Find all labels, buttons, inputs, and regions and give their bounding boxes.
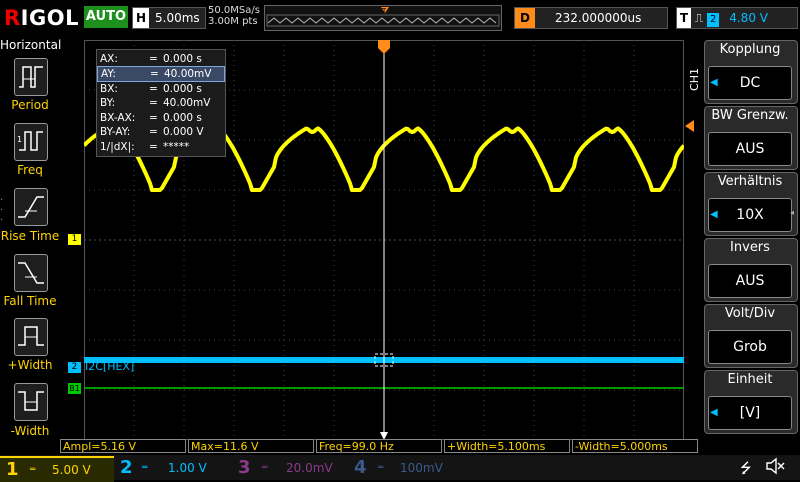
rise-time-label: Rise Time (0, 229, 60, 243)
fall-time-label: Fall Time (3, 294, 57, 308)
pos-width-label: +Width (7, 358, 53, 372)
rising-edge-icon: ⎍ (694, 11, 704, 25)
freq-button[interactable]: 1 (14, 123, 48, 161)
bandwidth-value[interactable]: AUS (708, 132, 792, 166)
cursor-row: 1/|dX|: = ***** (100, 141, 190, 153)
cursor-readout-panel: AX: = 0.000 s AY: = 40.00mV BX: = 0.000 s BY: =… (96, 49, 226, 157)
cursor-row: AX: = 0.000 s (100, 53, 202, 65)
svg-text:T: T (381, 7, 387, 15)
negative-width-icon (18, 391, 44, 411)
cursor-row: BX: = 0.000 s (100, 83, 202, 95)
chevron-left-icon: ◀ (710, 77, 718, 88)
memory-overview-waveform: T (266, 7, 500, 27)
ch1-scale: 5.00 V (52, 463, 91, 477)
memory-overview-bar: T (264, 5, 502, 31)
trigger-position-marker (378, 40, 390, 54)
measurement-max[interactable]: Max=11.6 V (188, 439, 314, 453)
volt-div-value[interactable]: Grob (708, 330, 792, 364)
ch2-scale: 1.00 V (168, 461, 207, 475)
dc-coupling-icon: ═ (30, 465, 36, 475)
ch4-status[interactable]: 4 ═ 100mV (348, 456, 462, 480)
fall-time-icon (18, 262, 44, 284)
timebase-display[interactable]: H 5.00ms (132, 7, 206, 29)
trigger-label: T (677, 8, 691, 28)
fall-time-button[interactable] (14, 254, 48, 292)
rigol-logo: RIGOL (4, 6, 79, 30)
ch3-scale: 20.0mV (286, 461, 333, 475)
coupling-value[interactable]: DC (708, 66, 792, 100)
frequency-icon: 1 (17, 131, 43, 151)
sample-rate-display: 50.0MSa/s 3.00M pts (208, 5, 260, 27)
trigger-display[interactable]: T ⎍ 2 4.80 V (676, 7, 798, 29)
trigger-level-marker[interactable] (685, 120, 694, 132)
svg-text:1: 1 (17, 135, 22, 144)
horizontal-label: H (133, 8, 149, 28)
neg-width-label: -Width (10, 424, 50, 438)
measurement-pos-width[interactable]: +Width=5.100ms (444, 439, 570, 453)
cursor-row: BX-AX: = 0.000 s (100, 112, 202, 124)
volt-div-title: Volt/Div (724, 306, 776, 321)
run-mode-badge[interactable]: AUTO (84, 6, 128, 28)
delay-label: D (515, 8, 535, 28)
sample-rate: 50.0MSa/s (208, 5, 260, 16)
period-label: Period (11, 98, 49, 112)
probe-ratio-title: Verhältnis (717, 174, 783, 189)
ch1-offset-marker[interactable]: 1 (68, 234, 81, 245)
measurement-neg-width[interactable]: -Width=5.000ms (572, 439, 698, 453)
ch1-status[interactable]: 1 ═ 5.00 V (0, 456, 114, 482)
menu-page-indicator: ◂ (790, 208, 795, 217)
chevron-left-icon: ◀ (710, 209, 718, 220)
timebase-value: 5.00ms (155, 11, 200, 25)
dc-coupling-icon: ═ (262, 463, 268, 473)
delay-display[interactable]: D 232.000000us (514, 7, 668, 29)
speaker-muted-icon[interactable] (764, 456, 786, 480)
menu-page-dots: · · · (0, 195, 4, 226)
rise-time-icon (18, 196, 44, 218)
delay-value: 232.000000us (555, 11, 642, 25)
ch2-number: 2 (120, 457, 133, 478)
left-menu-title: Horizontal (0, 38, 62, 52)
chevron-left-icon: ◀ (710, 407, 718, 418)
measurement-ampl[interactable]: Ampl=5.16 V (60, 439, 186, 453)
positive-width-icon (18, 326, 44, 346)
cursor-row: BY-AY: = 0.000 V (100, 126, 204, 138)
dc-coupling-icon: ═ (378, 463, 384, 473)
pos-width-button[interactable] (14, 318, 48, 356)
ch3-status[interactable]: 3 ═ 20.0mV (232, 456, 346, 480)
rise-time-button[interactable] (14, 188, 48, 226)
ch1-number: 1 (6, 459, 19, 480)
period-button[interactable] (14, 58, 48, 96)
dc-coupling-icon: ═ (142, 463, 148, 473)
cursor-row-selected[interactable]: AY: = 40.00mV (97, 66, 225, 82)
bus-marker[interactable]: B1 (68, 383, 81, 394)
measurement-freq[interactable]: Freq=99.0 Hz (316, 439, 442, 453)
memory-depth: 3.00M pts (208, 16, 258, 27)
unit-title: Einheit (727, 372, 773, 387)
cursor-row: BY: = 40.00mV (100, 97, 211, 109)
invert-title: Invers (730, 240, 770, 255)
ch2-offset-marker[interactable]: 2 (68, 362, 81, 373)
unit-value[interactable]: [V] (708, 396, 792, 430)
menu-channel-tag: CH1 (688, 68, 701, 91)
coupling-title: Kopplung (719, 42, 781, 57)
period-icon (19, 66, 43, 88)
trigger-source: 2 (707, 13, 720, 27)
trigger-level: 4.80 V (729, 11, 768, 25)
bus-decode-label: I2C[HEX] (85, 360, 135, 373)
neg-width-button[interactable] (14, 383, 48, 421)
bandwidth-title: BW Grenzw. (711, 108, 789, 123)
ch2-status[interactable]: 2 ═ 1.00 V (116, 456, 230, 480)
freq-label: Freq (17, 163, 43, 177)
ch4-scale: 100mV (400, 461, 443, 475)
usb-icon: ⭍ (740, 461, 752, 477)
ch3-number: 3 (238, 457, 251, 478)
invert-value[interactable]: AUS (708, 264, 792, 298)
probe-ratio-value[interactable]: 10X (708, 198, 792, 232)
ch4-number: 4 (354, 457, 367, 478)
